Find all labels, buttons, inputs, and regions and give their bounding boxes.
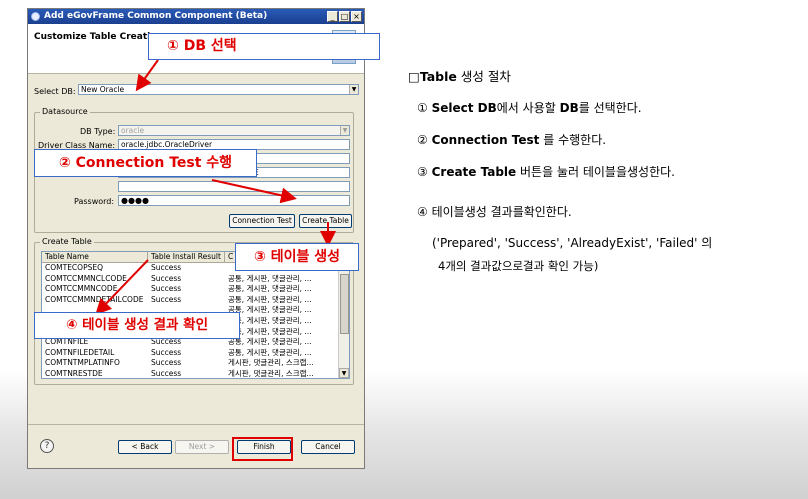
result-values: ('Prepared', 'Success', 'AlreadyExist', … xyxy=(432,236,698,250)
procedure-title-bold: Table xyxy=(419,69,457,84)
step-2-bold: Connection Test xyxy=(431,133,540,147)
step-3-text: 버튼을 눌러 테이블을생성한다. xyxy=(516,165,675,179)
result-values-line: ('Prepared', 'Success', 'AlreadyExist', … xyxy=(432,234,712,251)
result-values-line-2: 4개의 결과값으로결과 확인 가능) xyxy=(438,259,599,273)
step-4-text: 테이블생성 결과를확인한다. xyxy=(431,205,572,219)
procedure-step-4: ④ 테이블생성 결과를확인한다. xyxy=(417,203,572,220)
step-3-bold: Create Table xyxy=(431,165,517,179)
step-2-number: ② xyxy=(417,133,428,147)
procedure-title: □Table 생성 절차 xyxy=(408,66,511,85)
step-1-text-2: 를 선택한다. xyxy=(578,101,642,115)
step-3-number: ③ xyxy=(417,165,428,179)
step-4-number: ④ xyxy=(417,205,428,219)
arrow-2 xyxy=(211,179,297,204)
procedure-step-3: ③ Create Table 버튼을 눌러 테이블을생성한다. xyxy=(417,163,675,180)
procedure-step-1: ① Select DB에서 사용할 DB를 선택한다. xyxy=(417,99,642,116)
checkbox-bullet-icon: □ xyxy=(408,69,420,84)
callout-result-check: ④ 테이블 생성 결과 확인 xyxy=(34,312,240,339)
arrow-4 xyxy=(95,259,149,315)
arrow-1 xyxy=(135,59,159,92)
procedure-title-rest: 생성 절차 xyxy=(456,69,511,84)
callout-connection-test: ② Connection Test 수행 xyxy=(34,149,257,177)
callout-db-select: ① DB 선택 xyxy=(148,33,380,60)
step-1-text: 에서 사용할 xyxy=(496,101,560,115)
step-1-bold-2: DB xyxy=(559,101,579,115)
step-2-text: 를 수행한다. xyxy=(543,133,607,147)
step-1-number: ① xyxy=(417,101,428,115)
step-1-bold: Select DB xyxy=(431,101,497,115)
result-values-tail: 의 xyxy=(701,236,713,250)
callout-create-table: ③ 테이블 생성 xyxy=(235,243,359,271)
procedure-step-2: ② Connection Test 를 수행한다. xyxy=(417,131,606,148)
